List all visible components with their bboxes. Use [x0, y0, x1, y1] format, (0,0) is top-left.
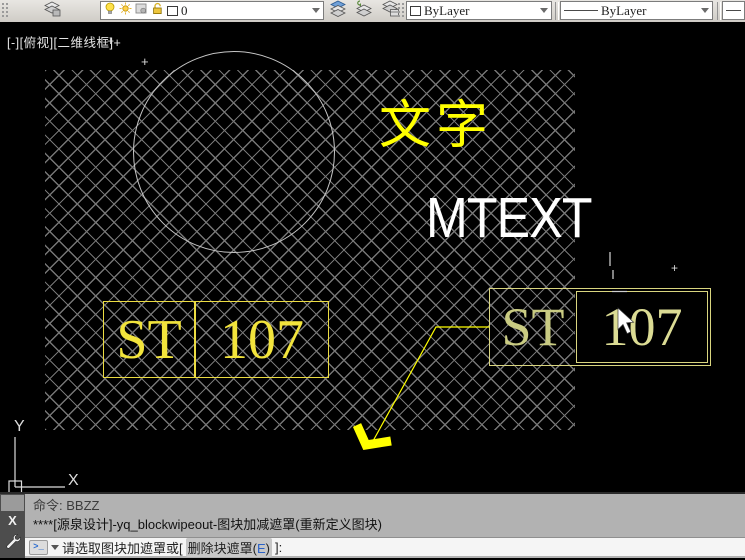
color-bylayer-swatch	[410, 6, 421, 16]
prompt-option-chip[interactable]: 删除块遮罩(E)	[186, 538, 272, 557]
color-value: ByLayer	[424, 3, 469, 19]
lineweight-sample	[726, 10, 741, 11]
option-suffix: )	[266, 541, 270, 556]
autocad-window: 0	[0, 0, 745, 560]
layer-color-swatch	[167, 6, 178, 16]
toolbar-separator	[555, 2, 559, 20]
layers-icon	[43, 1, 61, 22]
command-panel-sidebar: X	[0, 494, 25, 558]
prompt-text: 请选取图块加遮罩或[	[62, 538, 183, 557]
option-label: 删除块遮罩(	[188, 541, 257, 556]
ucs-y-label: Y	[14, 418, 25, 435]
command-history-line: ****[源泉设计]-yq_blockwipeout-图块加减遮罩(重新定义图块…	[33, 515, 745, 534]
leader-line[interactable]	[373, 327, 489, 441]
point-marker: +	[671, 261, 678, 275]
layer-on-bulb-icon	[104, 2, 116, 19]
command-prompt-icon: >_	[29, 540, 48, 555]
layer-states-button[interactable]	[380, 2, 400, 20]
properties-toolbar: 0	[0, 0, 745, 23]
layer-combo-dropdown-arrow[interactable]	[312, 8, 320, 13]
command-history-line: 命令: BBZZ	[33, 496, 745, 515]
layer-combo[interactable]: 0	[100, 1, 324, 20]
ucs-x-label: X	[68, 472, 79, 489]
ucs-icon	[9, 437, 65, 492]
prompt-close-text: ]:	[275, 540, 282, 555]
layer-states-icon	[381, 0, 399, 22]
layer-name: 0	[181, 3, 188, 19]
layer-previous-icon	[355, 0, 373, 22]
lineweight-combo[interactable]	[722, 1, 745, 20]
drawing-canvas[interactable]: [-][俯视][二维线框]+ 文字 MTEXT ST 107 ST 107 + …	[0, 22, 745, 492]
toolbar-grip[interactable]	[398, 3, 404, 19]
linetype-combo-dropdown-arrow[interactable]	[701, 8, 709, 13]
toolbar-separator	[717, 2, 721, 20]
recent-commands-arrow[interactable]	[51, 545, 59, 550]
linetype-combo[interactable]: ByLayer	[560, 1, 713, 20]
command-panel-drag-handle[interactable]	[1, 495, 24, 511]
make-layer-current-button[interactable]	[328, 2, 348, 20]
vector-overlay: + + + Y X	[0, 22, 745, 492]
mouse-cursor-icon	[618, 308, 634, 334]
linetype-sample	[564, 10, 598, 11]
linetype-value: ByLayer	[601, 3, 646, 19]
command-history[interactable]: 命令: BBZZ ****[源泉设计]-yq_blockwipeout-图块加减…	[25, 496, 745, 536]
previous-layer-button[interactable]	[354, 2, 374, 20]
toolbar-grip[interactable]	[2, 3, 8, 19]
object-color-combo[interactable]: ByLayer	[406, 1, 552, 20]
point-marker: +	[107, 34, 114, 48]
layer-current-icon	[329, 0, 347, 22]
leader-arrowhead[interactable]	[357, 425, 391, 445]
layer-properties-button[interactable]	[42, 2, 62, 20]
color-combo-dropdown-arrow[interactable]	[540, 8, 548, 13]
layer-unlock-icon	[151, 2, 164, 19]
wrench-icon[interactable]	[4, 532, 21, 549]
layer-thaw-sun-icon	[119, 2, 132, 19]
command-input-line[interactable]: >_ 请选取图块加遮罩或[删除块遮罩(E)]:	[25, 537, 745, 556]
option-hotkey: E	[257, 541, 266, 556]
command-panel: X 命令: BBZZ ****[源泉设计]-yq_blockwipeout-图块…	[0, 492, 745, 558]
command-panel-close-button[interactable]: X	[0, 513, 25, 529]
layer-vp-freeze-icon	[135, 3, 148, 19]
point-marker: +	[141, 54, 149, 69]
